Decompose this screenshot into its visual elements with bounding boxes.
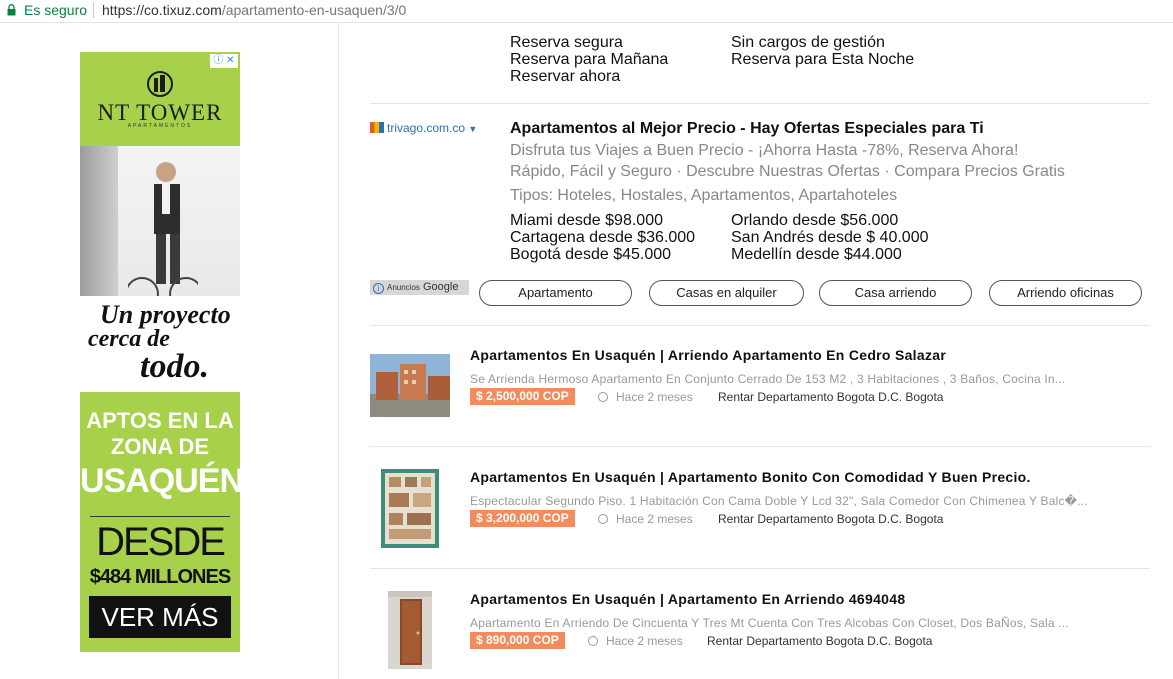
ad-description-3: Tipos: Hoteles, Hostales, Apartamentos, … — [510, 187, 898, 204]
sitelink[interactable]: Reserva para Esta Noche — [731, 51, 914, 68]
clock-icon — [588, 636, 598, 646]
separator — [370, 103, 1150, 104]
chip-casa-arriendo[interactable]: Casa arriendo — [819, 280, 972, 306]
tower-logo-icon — [80, 70, 240, 103]
ad-headline: APTOS EN LA ZONA DE — [80, 408, 240, 460]
google-label: Google — [422, 281, 459, 293]
url-path: /apartamento-en-usaquen/3/0 — [221, 2, 407, 18]
info-icon: i — [373, 283, 384, 294]
sitelink[interactable]: Reserva para Mañana — [510, 51, 668, 68]
sitelinks-right: Sin cargos de gestión Reserva para Esta … — [731, 34, 914, 68]
listing-description: Espectacular Segundo Piso. 1 Habitación … — [470, 494, 1088, 508]
sitelink[interactable]: Reservar ahora — [510, 68, 668, 85]
ad-description-2: Rápido, Fácil y Seguro · Descubre Nuestr… — [510, 163, 1065, 180]
address-separator — [93, 2, 94, 18]
adchoices-icon[interactable]: ⓘ ✕ — [210, 54, 238, 68]
sitelink[interactable]: Sin cargos de gestión — [731, 34, 914, 51]
ad-divider — [90, 516, 230, 517]
ad-slogan: Un proyecto cerca de todo. — [80, 296, 240, 392]
listing-time: Hace 2 meses — [598, 390, 693, 404]
listing-time: Hace 2 meses — [588, 634, 683, 648]
city-link[interactable]: Cartagena desde $36.000 — [510, 229, 695, 246]
listing-title[interactable]: Apartamentos En Usaquén | Apartamento Bo… — [470, 469, 1031, 485]
time-text: Hace 2 meses — [616, 512, 693, 526]
caret-down-icon[interactable]: ▼ — [468, 124, 477, 134]
price-badge: $ 2,500,000 COP — [470, 388, 575, 405]
ad-offer: APTOS EN LA ZONA DE USAQUÉN DESDE $484 M… — [80, 392, 240, 652]
banner-ad[interactable]: ⓘ ✕ NT TOWER APARTAMENTOS Un proyecto ce… — [80, 52, 240, 652]
listing-thumbnail[interactable] — [381, 469, 439, 548]
ad-price: $484 MILLONES — [89, 566, 231, 588]
city-link[interactable]: Orlando desde $56.000 — [731, 212, 929, 229]
chip-arriendo-oficinas[interactable]: Arriendo oficinas — [989, 280, 1142, 306]
listing-thumbnail[interactable] — [388, 591, 432, 669]
url-text[interactable]: https://co.tixuz.com/apartamento-en-usaq… — [102, 2, 406, 18]
listing-location: Rentar Departamento Bogota D.C. Bogota — [718, 512, 944, 526]
city-links-right: Orlando desde $56.000 San Andrés desde $… — [731, 212, 929, 263]
listing-location: Rentar Departamento Bogota D.C. Bogota — [718, 390, 944, 404]
ad-headline-line-2: ZONA DE — [110, 434, 210, 459]
ad-title[interactable]: Apartamentos al Mejor Precio - Hay Ofert… — [510, 120, 984, 138]
separator — [370, 325, 1150, 326]
ad-headline-line-1: APTOS EN LA — [86, 408, 234, 433]
time-text: Hace 2 meses — [606, 634, 683, 648]
ad-display-url[interactable]: trivago.com.co ▼ — [370, 121, 477, 135]
city-links-left: Miami desde $98.000 Cartagena desde $36.… — [510, 212, 695, 263]
ad-desde: DESDE — [96, 520, 226, 564]
listing-description: Apartamento En Arriendo De Cincuenta Y T… — [470, 616, 1069, 630]
sitelink[interactable]: Reserva segura — [510, 34, 668, 51]
trivago-logo-icon — [370, 122, 384, 133]
listing-title[interactable]: Apartamentos En Usaquén | Apartamento En… — [470, 591, 905, 607]
price-badge: $ 3,200,000 COP — [470, 510, 575, 527]
listing-title[interactable]: Apartamentos En Usaquén | Arriendo Apart… — [470, 347, 946, 363]
city-link[interactable]: Miami desde $98.000 — [510, 212, 695, 229]
google-ads-badge[interactable]: i Anuncios Google — [370, 280, 469, 295]
chip-casas-en-alquiler[interactable]: Casas en alquiler — [649, 280, 804, 306]
chip-apartamento[interactable]: Apartamento — [479, 280, 632, 306]
clock-icon — [598, 392, 608, 402]
url-host: https://co.tixuz.com — [102, 2, 222, 18]
listing-thumbnail[interactable] — [370, 354, 450, 417]
ads-label: Anuncios — [387, 283, 420, 292]
slogan-line-3: todo. — [140, 348, 209, 385]
price-badge: $ 890,000 COP — [470, 632, 565, 649]
city-link[interactable]: Bogotá desde $45.000 — [510, 246, 695, 263]
lock-icon — [7, 4, 16, 16]
cyclist-image — [128, 162, 198, 311]
city-link[interactable]: San Andrés desde $ 40.000 — [731, 229, 929, 246]
ad-description-1: Disfruta tus Viajes a Buen Precio - ¡Aho… — [510, 142, 1019, 159]
time-text: Hace 2 meses — [616, 390, 693, 404]
listing-time: Hace 2 meses — [598, 512, 693, 526]
clock-icon — [598, 514, 608, 524]
ver-mas-button[interactable]: VER MÁS — [89, 596, 231, 638]
display-url-text: trivago.com.co — [387, 121, 466, 135]
city-link[interactable]: Medellín desde $44.000 — [731, 246, 929, 263]
separator — [370, 446, 1150, 447]
listing-description: Se Arrienda Hermoso Apartamento En Conju… — [470, 372, 1066, 386]
ad-photo-wall — [80, 146, 118, 306]
separator — [370, 568, 1150, 569]
security-label[interactable]: Es seguro — [24, 2, 87, 18]
ad-header: ⓘ ✕ NT TOWER APARTAMENTOS — [80, 52, 240, 146]
sitelinks-left: Reserva segura Reserva para Mañana Reser… — [510, 34, 668, 85]
listing-location: Rentar Departamento Bogota D.C. Bogota — [707, 634, 933, 648]
ad-headline-line-3: USAQUÉN — [80, 462, 240, 500]
column-divider — [338, 22, 339, 679]
address-bar[interactable]: Es seguro https://co.tixuz.com/apartamen… — [0, 0, 1173, 23]
ad-brand-sub: APARTAMENTOS — [127, 123, 193, 129]
